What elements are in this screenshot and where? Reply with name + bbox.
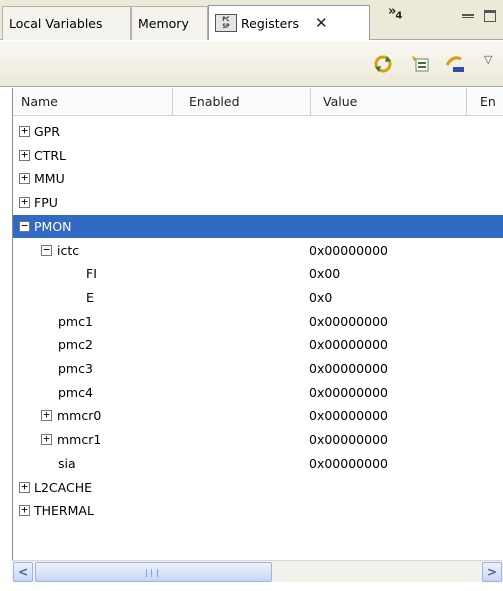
register-name: L2CACHE	[34, 480, 93, 495]
register-name: E	[86, 290, 94, 305]
register-name: CTRL	[34, 148, 67, 163]
expand-icon[interactable]: +	[19, 149, 30, 161]
register-name: pmc2	[58, 337, 93, 352]
tab-local-variables[interactable]: Local Variables	[2, 6, 131, 40]
tree-row-sia[interactable]: sia 0x00000000	[13, 452, 503, 475]
register-name: mmcr1	[57, 432, 102, 447]
register-value[interactable]: 0x00000000	[309, 239, 388, 262]
tree-row-l2cache[interactable]: + L2CACHE	[13, 476, 503, 499]
expand-icon[interactable]: +	[19, 504, 30, 516]
register-name: ictc	[57, 243, 80, 258]
registers-icon: PC SP	[215, 14, 237, 32]
register-name: MMU	[34, 171, 65, 186]
horizontal-scrollbar[interactable]: < >	[12, 560, 503, 582]
column-header-name[interactable]: Name	[13, 88, 173, 116]
expand-icon[interactable]: +	[41, 433, 52, 445]
register-value[interactable]: 0x00000000	[309, 357, 388, 380]
tab-label: Local Variables	[9, 16, 103, 31]
maximize-view-icon[interactable]	[484, 10, 496, 22]
register-value[interactable]: 0x00000000	[309, 428, 388, 451]
change-number-format-icon[interactable]	[444, 53, 466, 75]
minimize-view-icon[interactable]	[462, 14, 474, 18]
expand-icon[interactable]: +	[19, 125, 30, 137]
tree-row-pmon[interactable]: − PMON	[13, 215, 503, 238]
expand-icon[interactable]: +	[41, 409, 52, 421]
tree-row-mmcr0[interactable]: + mmcr0 0x00000000	[13, 404, 503, 427]
column-header-enabled[interactable]: Enabled	[173, 88, 311, 116]
tree-row-ctrl[interactable]: + CTRL	[13, 144, 503, 167]
register-name: pmc1	[58, 314, 93, 329]
register-value[interactable]: 0x00000000	[309, 381, 388, 404]
register-tree: + GPR + CTRL + MMU + FPU − PMON − ictc 0x00000000 FI 0…	[13, 120, 503, 560]
register-name: THERMAL	[34, 503, 94, 518]
register-value[interactable]: 0x00000000	[309, 333, 388, 356]
view-toolbar: ▽	[0, 41, 503, 87]
view-menu-icon[interactable]: ▽	[484, 53, 492, 66]
grip-icon	[146, 569, 158, 577]
close-tab-icon[interactable]: ✕	[315, 14, 328, 32]
register-name: PMON	[34, 219, 72, 234]
tab-registers[interactable]: PC SP Registers ✕	[208, 5, 370, 40]
tree-row-pmc2[interactable]: pmc2 0x00000000	[13, 333, 503, 356]
tree-row-mmu[interactable]: + MMU	[13, 167, 503, 190]
register-name: FPU	[34, 195, 58, 210]
column-header-value[interactable]: Value	[311, 88, 467, 116]
tree-row-e[interactable]: E 0x0	[13, 286, 503, 309]
tab-label: Memory	[138, 16, 189, 31]
tree-row-pmc1[interactable]: pmc1 0x00000000	[13, 310, 503, 333]
register-name: pmc4	[58, 385, 93, 400]
select-registers-icon[interactable]	[410, 53, 432, 75]
register-name: FI	[86, 266, 97, 281]
register-value[interactable]: 0x0	[309, 286, 332, 309]
register-value[interactable]: 0x00000000	[309, 452, 388, 475]
tab-label: Registers	[241, 15, 299, 31]
expand-icon[interactable]: +	[19, 196, 30, 208]
register-name: mmcr0	[57, 408, 102, 423]
view-tab-bar: Local Variables Memory PC SP Registers ✕…	[0, 0, 503, 40]
tree-row-gpr[interactable]: + GPR	[13, 120, 503, 143]
tree-row-thermal[interactable]: + THERMAL	[13, 499, 503, 522]
column-header-truncated[interactable]: En	[467, 88, 503, 116]
tree-row-fpu[interactable]: + FPU	[13, 191, 503, 214]
column-header-row: Name Enabled Value En	[13, 88, 503, 116]
register-value[interactable]: 0x00000000	[309, 310, 388, 333]
register-name: GPR	[34, 124, 60, 139]
expand-icon[interactable]: +	[19, 481, 30, 493]
tree-row-ictc[interactable]: − ictc 0x00000000	[13, 239, 503, 262]
register-value[interactable]: 0x00	[309, 262, 340, 285]
tree-row-mmcr1[interactable]: + mmcr1 0x00000000	[13, 428, 503, 451]
tree-row-fi[interactable]: FI 0x00	[13, 262, 503, 285]
scroll-right-arrow-icon[interactable]: >	[482, 562, 502, 582]
scroll-left-arrow-icon[interactable]: <	[13, 562, 33, 582]
tree-row-pmc4[interactable]: pmc4 0x00000000	[13, 381, 503, 404]
tree-row-pmc3[interactable]: pmc3 0x00000000	[13, 357, 503, 380]
refresh-registers-icon[interactable]	[372, 53, 394, 75]
scrollbar-thumb[interactable]	[35, 562, 272, 582]
register-name: sia	[58, 456, 76, 471]
collapse-icon[interactable]: −	[41, 244, 52, 256]
register-name: pmc3	[58, 361, 93, 376]
tab-memory[interactable]: Memory	[131, 6, 208, 40]
tab-overflow-button[interactable]: »4	[388, 4, 402, 22]
expand-icon[interactable]: +	[19, 172, 30, 184]
register-value[interactable]: 0x00000000	[309, 404, 388, 427]
